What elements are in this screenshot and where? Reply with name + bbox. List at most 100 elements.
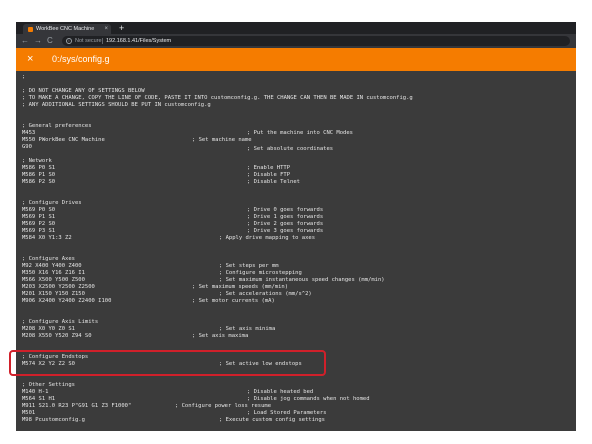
code-line: M350 X16 Y16 Z16 I1 ; Configure microstep… xyxy=(22,270,570,277)
code-text: ; DO NOT CHANGE ANY OF SETTINGS BELOW xyxy=(22,88,145,94)
code-text: ; xyxy=(22,74,26,80)
editor-header: × 0:/sys/config.g xyxy=(16,48,576,71)
code-line: M92 X400 Y400 Z400 ; Set steps per mm xyxy=(22,263,570,270)
code-text: M569 P0 S0 xyxy=(22,207,56,213)
code-comment: ; Set maximum speeds (mm/min) xyxy=(192,284,289,290)
url-text[interactable]: 192.168.1.41/Files/System xyxy=(106,36,171,46)
code-text: M98 Pcustomconfig.g xyxy=(22,417,85,423)
address-bar[interactable]: i Not secure 192.168.1.41/Files/System xyxy=(62,36,570,46)
code-text: ; ANY ADDITIONAL SETTINGS SHOULD BE PUT … xyxy=(22,102,211,108)
code-line: M906 X2400 Y2400 Z2400 I100 ; Set motor c… xyxy=(22,298,570,305)
code-line: ; DO NOT CHANGE ANY OF SETTINGS BELOW xyxy=(22,88,570,95)
code-comment: ; Set accelerations (mm/s^2) xyxy=(219,291,312,297)
code-text: M201 X150 Y150 Z150 xyxy=(22,291,85,297)
code-text: M569 P3 S1 xyxy=(22,228,56,234)
code-text: M92 X400 Y400 Z400 xyxy=(22,263,82,269)
browser-tab[interactable]: WorkBee CNC Machine × xyxy=(23,24,111,34)
code-comment: ; Disable FTP xyxy=(247,172,291,178)
code-line: M569 P1 S1 ; Drive 1 goes forwards xyxy=(22,214,570,221)
code-comment: ; Configure power loss resume xyxy=(175,403,272,409)
code-comment: ; Put the machine into CNC Modes xyxy=(247,130,353,136)
code-text: M586 P1 S0 xyxy=(22,172,56,178)
code-line: ; ANY ADDITIONAL SETTINGS SHOULD BE PUT … xyxy=(22,102,570,109)
code-comment: ; Drive 3 goes forwards xyxy=(247,228,324,234)
code-comment: ; Set machine name xyxy=(192,137,252,143)
code-line: M911 S21.0 R23 P"G91 G1 Z3 F1000" ; Confi… xyxy=(22,403,570,410)
code-text: M208 X550 Y520 Z94 S0 xyxy=(22,333,92,339)
code-line: ; Configure Drives xyxy=(22,200,570,207)
code-line: M586 P2 S0 ; Disable Telnet xyxy=(22,179,570,186)
tab-bar: WorkBee CNC Machine × + xyxy=(16,22,576,34)
code-text: ; Configure Axis Limits xyxy=(22,319,99,325)
code-line: ; TO MAKE A CHANGE, COPY THE LINE OF COD… xyxy=(22,95,570,102)
code-comment: ; Load Stored Parameters xyxy=(247,410,327,416)
info-icon[interactable]: i xyxy=(66,38,72,44)
code-text: M350 X16 Y16 Z16 I1 xyxy=(22,270,85,276)
code-text: M906 X2400 Y2400 Z2400 I100 xyxy=(22,298,112,304)
code-text: M453 xyxy=(22,130,36,136)
code-line: M208 X0 Y0 Z0 S1 ; Set axis minima xyxy=(22,326,570,333)
file-path-title: 0:/sys/config.g xyxy=(52,54,110,64)
forward-icon[interactable]: → xyxy=(34,34,42,48)
code-comment: ; Enable HTTP xyxy=(247,165,291,171)
code-comment: ; Disable heated bed xyxy=(247,389,314,395)
code-text: M203 X2500 Y2500 Z2500 xyxy=(22,284,95,290)
code-line: M98 Pcustomconfig.g ; Execute custom conf… xyxy=(22,417,570,424)
code-comment: ; Execute custom config settings xyxy=(219,417,325,423)
tab-close-icon[interactable]: × xyxy=(104,24,108,34)
reload-icon[interactable]: C xyxy=(47,34,53,48)
code-comment: ; Configure microstepping xyxy=(219,270,302,276)
code-text: ; General preferences xyxy=(22,123,92,129)
code-text: M586 P0 S1 xyxy=(22,165,56,171)
code-text: ; TO MAKE A CHANGE, COPY THE LINE OF COD… xyxy=(22,95,413,101)
code-line: ; Configure Axis Limits xyxy=(22,319,570,326)
code-text: ; Configure Axes xyxy=(22,256,75,262)
code-comment: ; Drive 2 goes forwards xyxy=(247,221,324,227)
code-comment: ; Disable Telnet xyxy=(247,179,300,185)
code-line: M569 P0 S0 ; Drive 0 goes forwards xyxy=(22,207,570,214)
code-comment: ; Set maximum instantaneous speed change… xyxy=(219,277,385,283)
code-comment: ; Set axis maxima xyxy=(192,333,249,339)
back-icon[interactable]: ← xyxy=(21,34,29,48)
file-editor[interactable]: ;; DO NOT CHANGE ANY OF SETTINGS BELOW; … xyxy=(22,71,570,431)
new-tab-button[interactable]: + xyxy=(119,22,124,34)
code-line: M586 P1 S0 ; Disable FTP xyxy=(22,172,570,179)
code-line: M566 X500 Y500 Z500 ; Set maximum instant… xyxy=(22,277,570,284)
tab-title: WorkBee CNC Machine xyxy=(36,26,95,32)
code-comment: ; Drive 0 goes forwards xyxy=(247,207,324,213)
code-line: M501 ; Load Stored Parameters xyxy=(22,410,570,417)
close-icon[interactable]: × xyxy=(27,48,33,71)
code-line: M569 P2 S0 ; Drive 2 goes forwards xyxy=(22,221,570,228)
code-line: M550 PWorkBee CNC Machine ; Set machine n… xyxy=(22,137,570,144)
code-comment: ; Set axis minima xyxy=(219,326,276,332)
code-comment: ; Apply drive mapping to axes xyxy=(219,235,316,241)
code-line: ; Other Settings xyxy=(22,382,570,389)
code-text: G90 xyxy=(22,144,32,150)
code-text: M140 H-1 xyxy=(22,389,49,395)
code-comment: ; Set motor currents (mA) xyxy=(192,298,275,304)
code-text: M564 S1 H1 xyxy=(22,396,56,402)
code-text: M501 xyxy=(22,410,36,416)
code-text: M208 X0 Y0 Z0 S1 xyxy=(22,326,75,332)
code-text: M911 S21.0 R23 P"G91 G1 Z3 F1000" xyxy=(22,403,132,409)
code-text: M584 X0 Y1:3 Z2 xyxy=(22,235,72,241)
code-comment: ; Set steps per mm xyxy=(219,263,279,269)
code-line: G90; Set absolute coordinates xyxy=(22,144,570,152)
security-status: Not secure xyxy=(75,38,102,44)
code-line: ; Network xyxy=(22,158,570,165)
favicon-icon xyxy=(28,27,33,32)
code-line: M584 X0 Y1:3 Z2 ; Apply drive mapping to … xyxy=(22,235,570,242)
code-line: M201 X150 Y150 Z150 ; Set accelerations (… xyxy=(22,291,570,298)
code-line: M203 X2500 Y2500 Z2500 ; Set maximum spee… xyxy=(22,284,570,291)
code-text: ; Other Settings xyxy=(22,382,75,388)
code-line: M140 H-1 ; Disable heated bed xyxy=(22,389,570,396)
code-line: ; General preferences xyxy=(22,123,570,130)
